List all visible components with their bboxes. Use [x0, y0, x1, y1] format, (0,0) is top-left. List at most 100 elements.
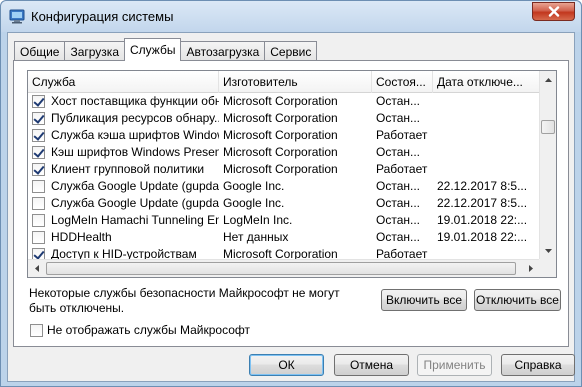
manufacturer-cell: Microsoft Corporation — [223, 94, 338, 108]
dialog-client-area: Общие Загрузка Службы Автозагрузка Серви… — [7, 32, 575, 382]
services-list[interactable]: Служба Изготовитель Состоя... Дата отклю… — [27, 70, 557, 278]
status-cell: Остан... — [376, 179, 420, 193]
close-button[interactable] — [532, 2, 575, 21]
table-row[interactable]: Служба кэша шрифтов Windows Microsoft Cor… — [28, 127, 540, 144]
table-row[interactable]: LogMeIn Hamachi Tunneling Engine LogMeIn … — [28, 212, 540, 229]
status-cell: Остан... — [376, 94, 420, 108]
service-name: Служба Google Update (gupdate) — [51, 196, 219, 210]
date-disabled-cell: 19.01.2018 22:... — [437, 230, 528, 244]
date-disabled-cell — [433, 110, 540, 127]
help-button[interactable]: Справка — [501, 354, 575, 376]
date-disabled-cell — [433, 161, 540, 178]
ok-button[interactable]: ОК — [249, 354, 324, 376]
table-row[interactable]: Служба Google Update (gupdate) Google Inc… — [28, 195, 540, 212]
service-name: Служба Google Update (gupdate) — [51, 179, 219, 193]
tab-tools[interactable]: Сервис — [264, 41, 318, 61]
chevron-left-icon — [34, 265, 39, 272]
service-cell: LogMeIn Hamachi Tunneling Engine — [28, 212, 219, 229]
table-row[interactable]: Публикация ресурсов обнару... Microsoft C… — [28, 110, 540, 127]
service-checkbox[interactable] — [32, 146, 45, 159]
service-cell: Хост поставщика функции обн... — [28, 93, 219, 110]
tab-services[interactable]: Службы — [124, 38, 182, 61]
service-cell: HDDHealth — [28, 229, 219, 246]
horizontal-scrollbar[interactable] — [28, 259, 556, 277]
manufacturer-cell: LogMeIn Inc. — [223, 213, 293, 227]
service-cell: Служба Google Update (gupdate) — [28, 178, 219, 195]
service-name: HDDHealth — [51, 230, 112, 244]
tab-general[interactable]: Общие — [14, 41, 66, 61]
table-row[interactable]: Кэш шрифтов Windows Present... Microsoft … — [28, 144, 540, 161]
service-checkbox[interactable] — [32, 180, 45, 193]
title-bar[interactable]: Конфигурация системы — [1, 1, 581, 32]
service-checkbox[interactable] — [32, 129, 45, 142]
manufacturer-cell: Google Inc. — [223, 196, 285, 210]
status-cell: Остан... — [376, 230, 420, 244]
vertical-scrollbar[interactable] — [539, 71, 556, 259]
tab-boot[interactable]: Загрузка — [64, 41, 125, 61]
date-disabled-cell: 19.01.2018 22:... — [437, 213, 528, 227]
manufacturer-cell: Microsoft Corporation — [223, 128, 338, 142]
column-header-status[interactable]: Состоя... — [372, 71, 433, 93]
date-disabled-cell — [433, 127, 540, 144]
window-title: Конфигурация системы — [31, 9, 174, 24]
service-cell: Клиент групповой политики — [28, 161, 219, 178]
close-icon — [548, 6, 559, 17]
services-rows: Хост поставщика функции обн... Microsoft … — [28, 93, 540, 277]
service-cell: Кэш шрифтов Windows Present... — [28, 144, 219, 161]
service-checkbox[interactable] — [32, 197, 45, 210]
tab-startup[interactable]: Автозагрузка — [180, 41, 266, 61]
status-cell: Остан... — [376, 196, 420, 210]
service-name: Служба кэша шрифтов Windows — [51, 128, 219, 142]
table-row[interactable]: Служба Google Update (gupdate) Google Inc… — [28, 178, 540, 195]
services-tab-panel: Служба Изготовитель Состоя... Дата отклю… — [13, 60, 569, 347]
status-cell: Работает — [376, 128, 428, 142]
table-row[interactable]: Клиент групповой политики Microsoft Corpo… — [28, 161, 540, 178]
horizontal-scroll-thumb[interactable] — [46, 262, 516, 275]
service-name: Клиент групповой политики — [51, 162, 205, 176]
vertical-scroll-thumb[interactable] — [541, 120, 555, 134]
status-cell: Остан... — [376, 145, 420, 159]
service-name: Публикация ресурсов обнару... — [51, 111, 219, 125]
service-checkbox[interactable] — [32, 163, 45, 176]
chevron-down-icon — [545, 248, 552, 253]
service-cell: Служба Google Update (gupdate) — [28, 195, 219, 212]
service-cell: Публикация ресурсов обнару... — [28, 110, 219, 127]
security-services-note: Некоторые службы безопасности Майкрософт… — [29, 286, 340, 315]
hide-microsoft-services[interactable]: Не отображать службы Майкрософт — [30, 323, 250, 337]
scroll-up-button[interactable] — [540, 71, 556, 88]
date-disabled-cell: 22.12.2017 8:5... — [437, 196, 528, 210]
system-configuration-window: Конфигурация системы Общие Загрузка Служ… — [0, 0, 582, 387]
manufacturer-cell: Microsoft Corporation — [223, 162, 338, 176]
date-disabled-cell — [433, 93, 540, 110]
status-cell: Остан... — [376, 111, 420, 125]
service-checkbox[interactable] — [32, 95, 45, 108]
manufacturer-cell: Google Inc. — [223, 179, 285, 193]
apply-button[interactable]: Применить — [417, 354, 492, 376]
manufacturer-cell: Нет данных — [223, 230, 289, 244]
chevron-right-icon — [528, 265, 533, 272]
service-checkbox[interactable] — [32, 231, 45, 244]
msconfig-app-icon — [9, 9, 25, 24]
status-cell: Работает — [376, 162, 428, 176]
scroll-right-button[interactable] — [522, 260, 539, 277]
service-name: Кэш шрифтов Windows Present... — [51, 145, 219, 159]
service-name: LogMeIn Hamachi Tunneling Engine — [51, 213, 219, 227]
service-checkbox[interactable] — [32, 214, 45, 227]
disable-all-button[interactable]: Отключить все — [474, 289, 561, 311]
scroll-left-button[interactable] — [28, 260, 45, 277]
cancel-button[interactable]: Отмена — [334, 354, 409, 376]
hide-microsoft-services-checkbox[interactable] — [30, 323, 43, 337]
enable-all-button[interactable]: Включить все — [381, 289, 467, 311]
table-row[interactable]: HDDHealth Нет данных Остан... 19.01.2018 22… — [28, 229, 540, 246]
chevron-up-icon — [545, 77, 552, 82]
column-header-date-disabled[interactable]: Дата отключе... — [433, 71, 540, 93]
column-header-manufacturer[interactable]: Изготовитель — [219, 71, 372, 93]
service-checkbox[interactable] — [32, 112, 45, 125]
column-header-service[interactable]: Служба — [28, 71, 219, 93]
services-list-header: Служба Изготовитель Состоя... Дата отклю… — [28, 71, 540, 93]
status-cell: Остан... — [376, 213, 420, 227]
manufacturer-cell: Microsoft Corporation — [223, 145, 338, 159]
scroll-down-button[interactable] — [540, 242, 556, 259]
table-row[interactable]: Хост поставщика функции обн... Microsoft … — [28, 93, 540, 110]
date-disabled-cell — [433, 144, 540, 161]
